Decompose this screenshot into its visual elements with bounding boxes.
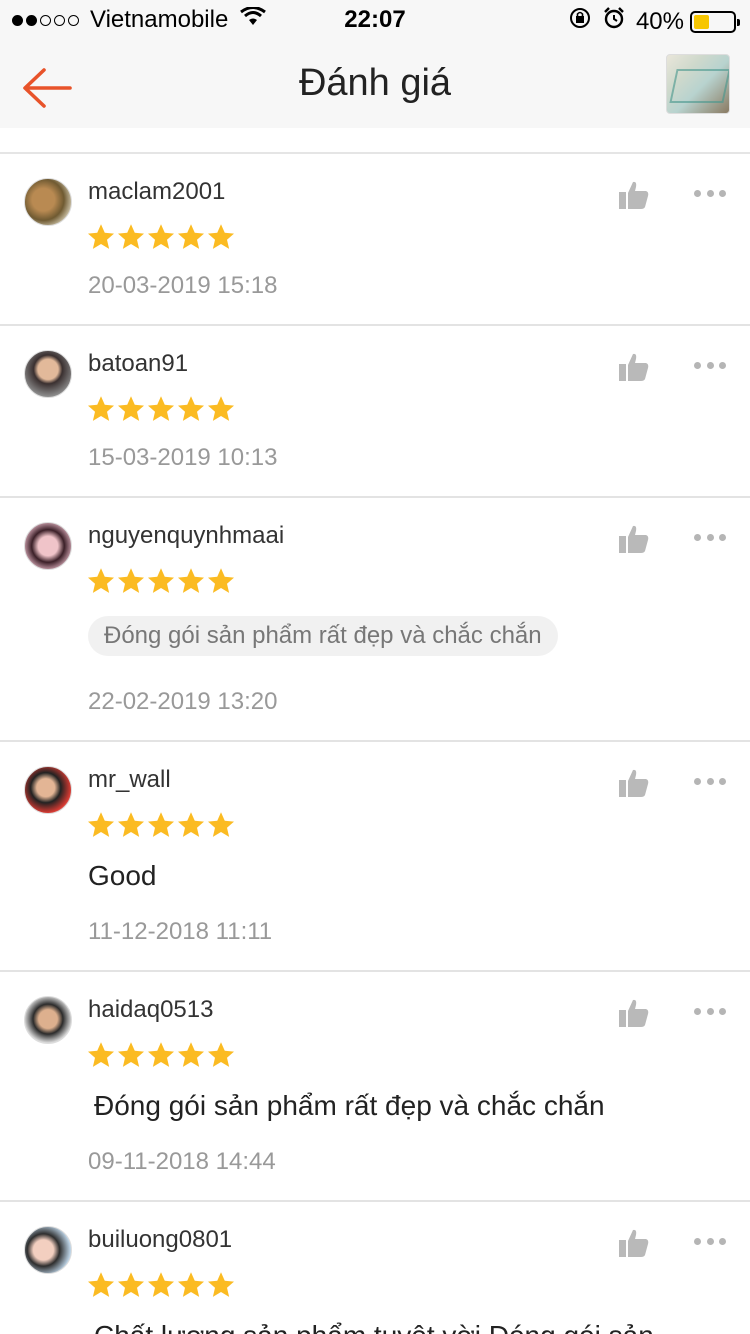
star-icon — [88, 568, 114, 593]
star-icon — [88, 224, 114, 249]
review-username[interactable]: mr_wall — [88, 766, 171, 794]
star-icon — [148, 224, 174, 249]
star-icon — [208, 1272, 234, 1297]
more-options-icon[interactable] — [692, 352, 728, 378]
alarm-icon — [602, 6, 626, 37]
battery-percent: 40% — [635, 7, 684, 35]
page-title: Đánh giá — [298, 62, 452, 104]
thumbs-up-icon[interactable] — [618, 524, 650, 554]
review-username[interactable]: nguyenquynhmaai — [88, 522, 284, 550]
review-comment: Chất lượng sản phẩm tuyệt vời Đóng gói s… — [94, 1320, 654, 1334]
avatar[interactable] — [24, 766, 72, 814]
thumbs-up-icon[interactable] — [618, 1228, 650, 1258]
review-username[interactable]: builuong0801 — [88, 1226, 232, 1254]
more-options-icon[interactable] — [692, 768, 728, 794]
review-item: builuong0801 Chất lượng sản phẩm tuyệt v… — [0, 1202, 750, 1334]
rating-stars — [86, 566, 236, 596]
review-date: 09-11-2018 14:44 — [88, 1148, 276, 1175]
thumbs-up-icon[interactable] — [618, 352, 650, 382]
review-date: 15-03-2019 10:13 — [88, 444, 278, 471]
review-date: 22-02-2019 13:20 — [88, 688, 278, 715]
star-icon — [88, 396, 114, 421]
status-bar: Vietnamobile 22:07 40% — [0, 0, 750, 40]
review-date: 11-12-2018 11:11 — [88, 918, 273, 945]
more-options-icon[interactable] — [692, 1228, 728, 1254]
star-icon — [208, 396, 234, 421]
star-icon — [88, 812, 114, 837]
star-icon — [148, 812, 174, 837]
star-icon — [178, 1042, 204, 1067]
star-icon — [118, 1272, 144, 1297]
more-options-icon[interactable] — [692, 180, 728, 206]
avatar[interactable] — [24, 522, 72, 570]
review-date: 20-03-2019 15:18 — [88, 272, 278, 299]
review-item: batoan91 15-03-2019 10:13 — [0, 326, 750, 498]
review-list: maclam2001 20-03-2019 15:18 batoan91 15-… — [0, 154, 750, 1334]
star-icon — [178, 396, 204, 421]
rating-stars — [86, 810, 236, 840]
star-icon — [118, 568, 144, 593]
star-icon — [178, 568, 204, 593]
star-icon — [88, 1272, 114, 1297]
star-icon — [208, 568, 234, 593]
product-thumbnail[interactable] — [666, 54, 730, 114]
rating-stars — [86, 222, 236, 252]
review-comment: Đóng gói sản phẩm rất đẹp và chắc chắn — [94, 1090, 605, 1121]
star-icon — [148, 1042, 174, 1067]
review-item: mr_wall Good 11-12-2018 11:11 — [0, 742, 750, 972]
review-item: haidaq0513 Đóng gói sản phẩm rất đẹp và … — [0, 972, 750, 1202]
star-icon — [178, 812, 204, 837]
star-icon — [118, 1042, 144, 1067]
rating-stars — [86, 1040, 236, 1070]
star-icon — [208, 224, 234, 249]
star-icon — [148, 1272, 174, 1297]
avatar[interactable] — [24, 996, 72, 1044]
review-username[interactable]: batoan91 — [88, 350, 188, 378]
status-right: 40% — [568, 6, 740, 37]
header-bar: Đánh giá — [0, 40, 750, 128]
rotation-lock-icon — [568, 6, 592, 37]
battery-icon — [690, 10, 740, 33]
star-icon — [118, 224, 144, 249]
rating-stars — [86, 394, 236, 424]
star-icon — [148, 568, 174, 593]
star-icon — [208, 1042, 234, 1067]
review-comment: Good — [88, 860, 157, 891]
thumbs-up-icon[interactable] — [618, 998, 650, 1028]
avatar[interactable] — [24, 178, 72, 226]
avatar[interactable] — [24, 1226, 72, 1274]
star-icon — [118, 396, 144, 421]
thumbs-up-icon[interactable] — [618, 180, 650, 210]
review-tag: Đóng gói sản phẩm rất đẹp và chắc chắn — [88, 616, 558, 656]
review-item: nguyenquynhmaai Đóng gói sản phẩm rất đẹ… — [0, 498, 750, 742]
star-icon — [178, 1272, 204, 1297]
review-item: maclam2001 20-03-2019 15:18 — [0, 154, 750, 326]
avatar[interactable] — [24, 350, 72, 398]
review-username[interactable]: haidaq0513 — [88, 996, 213, 1024]
star-icon — [148, 396, 174, 421]
thumbs-up-icon[interactable] — [618, 768, 650, 798]
star-icon — [118, 812, 144, 837]
star-icon — [88, 1042, 114, 1067]
rating-stars — [86, 1270, 236, 1300]
star-icon — [178, 224, 204, 249]
star-icon — [208, 812, 234, 837]
more-options-icon[interactable] — [692, 524, 728, 550]
battery-fill — [694, 14, 710, 29]
review-username[interactable]: maclam2001 — [88, 178, 225, 206]
more-options-icon[interactable] — [692, 998, 728, 1024]
